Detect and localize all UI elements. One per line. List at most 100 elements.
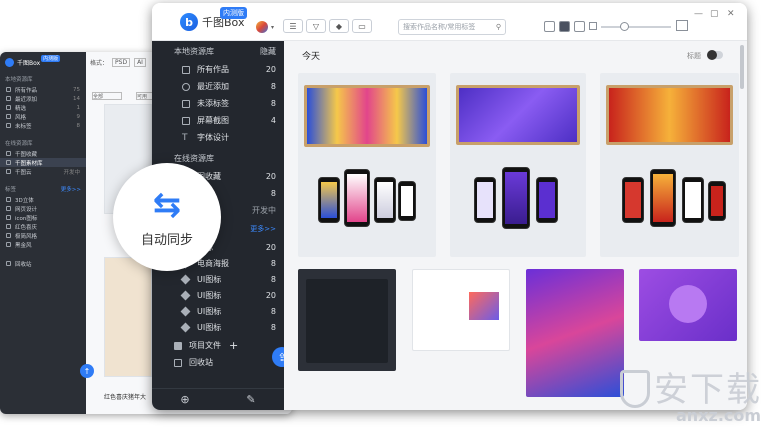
back-upload-button[interactable]: ↑ xyxy=(80,364,94,378)
sidebar-item-project-files[interactable]: 项目文件 + xyxy=(152,337,284,354)
artwork-card-tech-poster[interactable] xyxy=(450,73,586,257)
folder-icon xyxy=(174,341,182,350)
tag-item[interactable]: UI图标 8 xyxy=(152,319,284,335)
back-online-item[interactable]: 千图收藏 xyxy=(0,149,86,158)
title-toggle[interactable] xyxy=(707,50,723,60)
back-tag-item[interactable]: 极简风格 xyxy=(0,231,86,240)
screen-button[interactable]: ▭ xyxy=(352,19,372,33)
back-tag-item[interactable]: 3D立体 xyxy=(0,195,86,204)
slider-knob[interactable] xyxy=(620,22,629,31)
thumbnail-size-slider[interactable] xyxy=(601,26,671,28)
filter-icon: ▽ xyxy=(312,21,320,31)
filter-button[interactable]: ▽ xyxy=(306,19,326,33)
close-button[interactable]: ✕ xyxy=(727,9,735,19)
view-waterfall-button[interactable] xyxy=(559,21,570,32)
sync-arrows-icon: ⇆ xyxy=(152,184,182,225)
sidebar-item-font-design[interactable]: T 字体设计 xyxy=(152,129,284,146)
back-tag-icon xyxy=(6,215,11,220)
artwork-image xyxy=(304,85,430,147)
back-tag-item[interactable]: 黑金风 xyxy=(0,240,86,249)
back-local-item[interactable]: 所有作品 75 xyxy=(0,85,86,94)
back-tag-item[interactable]: 红色喜庆 xyxy=(0,222,86,231)
back-tag-icon xyxy=(6,233,11,238)
phone-mockup xyxy=(374,177,396,223)
phone-mockup xyxy=(622,177,644,223)
back-local-item[interactable]: 未标签 8 xyxy=(0,121,86,130)
artwork-image xyxy=(456,85,580,145)
sidebar-item-untagged[interactable]: 未添标签 8 xyxy=(152,95,284,112)
watermark-domain: anxz.com xyxy=(676,406,762,425)
local-library-title: 本地资源库 xyxy=(174,46,214,56)
color-button[interactable]: ◆ xyxy=(329,19,349,33)
upload-icon: ↑ xyxy=(83,366,91,376)
back-heart-icon xyxy=(6,151,11,156)
back-recycle-item[interactable]: 回收站 xyxy=(0,259,86,268)
search-input[interactable]: 搜索作品名称/常用标签 ⚲ xyxy=(398,19,506,35)
back-clock-icon xyxy=(6,96,11,101)
screenshot-icon xyxy=(182,116,190,125)
vertical-scrollbar[interactable] xyxy=(740,45,744,89)
back-psd-checkbox[interactable]: PSD xyxy=(112,57,131,67)
back-local-item[interactable]: 精选 1 xyxy=(0,103,86,112)
back-app-header: 千图Box 内测版 xyxy=(0,52,86,72)
artwork-card-isometric[interactable] xyxy=(639,269,737,341)
back-logo-icon xyxy=(5,57,14,67)
back-format-label: 格式： xyxy=(90,59,109,67)
tag-item[interactable]: UI图标 8 xyxy=(152,271,284,287)
main-window: b 千图Box 内测版 ▾ ☰ ▽ ◆ ▭ 搜索作品名称/常用标签 ⚲ — ▢ … xyxy=(152,3,747,410)
back-thumbnail[interactable] xyxy=(104,257,152,377)
phone-mockup xyxy=(502,167,530,229)
avatar[interactable] xyxy=(256,21,268,33)
back-local-item[interactable]: 风格 9 xyxy=(0,112,86,121)
tag-icon xyxy=(182,99,190,108)
back-online-item[interactable]: 千图素材库 xyxy=(0,158,86,167)
back-ai-checkbox[interactable]: AI xyxy=(134,57,146,67)
sidebar-item-screenshots[interactable]: 屏幕截图 4 xyxy=(152,112,284,129)
search-placeholder: 搜索作品名称/常用标签 xyxy=(403,23,476,31)
screenshot-stage: 千图Box 内测版 本地资源库 所有作品 75 最近添加 14 精选 1 风格 9 未标… xyxy=(0,0,774,434)
tag-item[interactable]: UI图标 20 xyxy=(152,287,284,303)
maximize-button[interactable]: ▢ xyxy=(710,9,719,19)
artwork-card-pattern[interactable] xyxy=(526,269,624,397)
back-tag-icon xyxy=(6,242,11,247)
add-circle-icon[interactable]: ⊕ xyxy=(180,393,189,406)
search-icon: ⚲ xyxy=(495,23,501,31)
content-area: 今天 标题 xyxy=(284,41,747,410)
artwork-card-web-design[interactable] xyxy=(412,269,510,351)
back-tag-icon xyxy=(6,197,11,202)
artwork-image xyxy=(469,292,499,320)
view-list-button[interactable] xyxy=(544,21,555,32)
tag-item[interactable]: UI图标 8 xyxy=(152,303,284,319)
auto-sync-badge[interactable]: ⇆ 自动同步 xyxy=(113,163,221,271)
artwork-card-pig-poster[interactable] xyxy=(298,73,436,257)
add-folder-icon[interactable]: + xyxy=(229,339,238,352)
sort-button[interactable]: ☰ xyxy=(283,19,303,33)
minimize-button[interactable]: — xyxy=(694,9,703,19)
back-tag-item[interactable]: icon图标 xyxy=(0,213,86,222)
artwork-card-dark-ui[interactable] xyxy=(298,269,396,371)
artwork-image xyxy=(606,85,733,145)
text-icon: T xyxy=(182,132,188,143)
back-tag-icon xyxy=(6,123,11,128)
sidebar-item-recent[interactable]: 最近添加 8 xyxy=(152,78,284,95)
tags-more-link[interactable]: 更多>> xyxy=(250,224,276,234)
tag-icon xyxy=(180,322,191,332)
edit-icon[interactable]: ✎ xyxy=(246,393,255,406)
sidebar-item-all-works[interactable]: 所有作品 20 xyxy=(152,61,284,78)
shield-icon xyxy=(620,370,650,408)
artwork-card-red-pig[interactable] xyxy=(600,73,739,257)
back-tag-icon xyxy=(6,206,11,211)
back-star-icon xyxy=(6,105,11,110)
view-grid-button[interactable] xyxy=(574,21,585,32)
back-tag-item[interactable]: 网页设计 xyxy=(0,204,86,213)
hide-button[interactable]: 隐藏 xyxy=(260,46,276,57)
back-local-item[interactable]: 最近添加 14 xyxy=(0,94,86,103)
sidebar-item-recycle-bin[interactable]: 回收站 xyxy=(152,354,284,371)
back-sidebar: 千图Box 内测版 本地资源库 所有作品 75 最近添加 14 精选 1 风格 9 未标… xyxy=(0,52,86,414)
back-online-item[interactable]: 千图云 开发中 xyxy=(0,167,86,176)
avatar-dropdown-icon[interactable]: ▾ xyxy=(271,24,274,31)
phone-mockup xyxy=(708,181,726,221)
back-app-name: 千图Box xyxy=(17,59,41,67)
back-all-select[interactable]: 全部 xyxy=(92,92,122,100)
clock-icon xyxy=(182,82,190,91)
